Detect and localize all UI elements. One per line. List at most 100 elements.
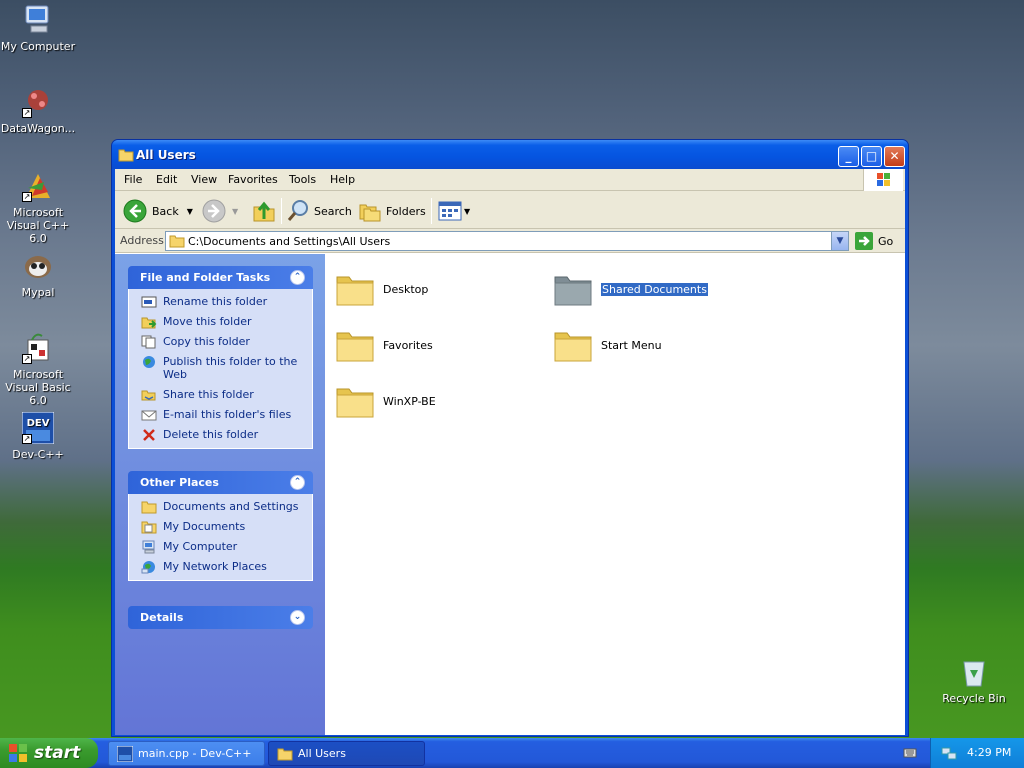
- desktop-icon-visual-basic[interactable]: ↗ Microsoft Visual Basic 6.0: [0, 332, 78, 407]
- publish-web-icon: [141, 355, 157, 369]
- desktop-icon-label: Microsoft Visual Basic 6.0: [5, 368, 71, 407]
- menu-bar: File Edit View Favorites Tools Help: [115, 169, 905, 191]
- place-label: Documents and Settings: [163, 500, 299, 513]
- desktop-icon-label: Dev-C++: [12, 448, 64, 461]
- my-computer-icon: [141, 540, 157, 554]
- desktop-icon-recycle-bin[interactable]: Recycle Bin: [934, 656, 1014, 705]
- up-folder-button[interactable]: [252, 198, 276, 224]
- place-documents-and-settings[interactable]: Documents and Settings: [129, 500, 312, 514]
- collapse-icon[interactable]: ⌃: [290, 270, 305, 285]
- shortcut-arrow-icon: ↗: [22, 108, 32, 118]
- task-label: All Users: [298, 747, 346, 760]
- task-label: Delete this folder: [163, 428, 259, 441]
- collapse-icon[interactable]: ⌃: [290, 475, 305, 490]
- folder-item[interactable]: Desktop: [335, 266, 428, 312]
- place-my-documents[interactable]: My Documents: [129, 520, 312, 534]
- delete-icon: [141, 428, 157, 442]
- keyboard-icon[interactable]: [903, 746, 917, 763]
- task-share[interactable]: Share this folder: [129, 388, 312, 401]
- title-bar[interactable]: All Users _ □ ✕: [112, 140, 908, 169]
- panel-title: Other Places: [140, 476, 219, 489]
- folder-icon: [335, 269, 375, 309]
- details-panel: Details ⌄: [128, 606, 313, 629]
- address-input[interactable]: C:\Documents and Settings\All Users ▼: [165, 231, 849, 251]
- up-folder-icon: [253, 201, 275, 222]
- desktop-icon-my-computer[interactable]: My Computer: [0, 4, 78, 53]
- close-button[interactable]: ✕: [884, 146, 905, 167]
- task-rename[interactable]: Rename this folder: [129, 295, 312, 308]
- folder-label: Start Menu: [601, 338, 662, 352]
- folder-item-selected[interactable]: Shared Documents: [553, 266, 708, 312]
- folder-icon: [118, 148, 134, 165]
- folder-icon: [277, 748, 293, 760]
- maximize-button[interactable]: □: [861, 146, 882, 167]
- place-label: My Network Places: [163, 560, 267, 573]
- menu-view[interactable]: View: [191, 173, 217, 186]
- network-tray-icon[interactable]: [941, 745, 957, 764]
- task-copy[interactable]: Copy this folder: [129, 335, 312, 349]
- back-button[interactable]: Back ▼: [123, 198, 193, 224]
- folder-item[interactable]: Favorites: [335, 322, 433, 368]
- place-my-computer[interactable]: My Computer: [129, 540, 312, 554]
- expand-icon[interactable]: ⌄: [290, 610, 305, 625]
- search-icon: [287, 200, 308, 221]
- visual-basic-icon: ↗: [22, 332, 54, 364]
- clock[interactable]: 4:29 PM: [967, 746, 1011, 759]
- task-email[interactable]: E-mail this folder's files: [129, 408, 312, 421]
- desktop-icon-label: Recycle Bin: [942, 692, 1006, 705]
- task-move[interactable]: Move this folder: [129, 315, 312, 329]
- panel-header[interactable]: File and Folder Tasks ⌃: [128, 266, 313, 289]
- folder-item[interactable]: WinXP-BE: [335, 378, 436, 424]
- minimize-button[interactable]: _: [838, 146, 859, 167]
- network-places-icon: [141, 560, 157, 574]
- folder-content-area: Desktop Shared Documents Favorites Start…: [325, 254, 905, 735]
- desktop-icon-visual-cpp[interactable]: ↗ Microsoft Visual C++ 6.0: [0, 170, 78, 245]
- desktop-icon-datawagon[interactable]: ↗ DataWagon...: [0, 86, 78, 135]
- folder-label: WinXP-BE: [383, 394, 436, 408]
- menu-edit[interactable]: Edit: [156, 173, 177, 186]
- go-button[interactable]: Go: [855, 232, 893, 250]
- task-label: Copy this folder: [163, 335, 250, 348]
- task-publish[interactable]: Publish this folder to the Web: [129, 355, 312, 381]
- shortcut-arrow-icon: ↗: [22, 354, 32, 364]
- task-label: E-mail this folder's files: [163, 408, 292, 421]
- taskbar-button-all-users[interactable]: All Users: [268, 741, 425, 766]
- desktop-icon-mypal[interactable]: Mypal: [0, 250, 78, 299]
- panel-title: File and Folder Tasks: [140, 271, 271, 284]
- start-button[interactable]: start: [0, 738, 98, 768]
- forward-button[interactable]: ▼: [202, 198, 238, 224]
- taskbar: start main.cpp - Dev-C++ All Users 4:29 …: [0, 738, 1024, 768]
- menu-tools[interactable]: Tools: [289, 173, 316, 186]
- back-label: Back: [152, 204, 179, 218]
- file-folder-tasks-panel: File and Folder Tasks ⌃ Rename this fold…: [128, 266, 313, 449]
- datawagon-icon: ↗: [22, 86, 54, 118]
- task-label: Move this folder: [163, 315, 252, 328]
- shortcut-arrow-icon: ↗: [22, 192, 32, 202]
- task-label: Rename this folder: [163, 295, 268, 308]
- panel-header[interactable]: Details ⌄: [128, 606, 313, 629]
- system-tray: 4:29 PM: [930, 738, 1024, 768]
- share-folder-icon: [141, 388, 157, 402]
- menu-help[interactable]: Help: [330, 173, 355, 186]
- place-label: My Computer: [163, 540, 238, 553]
- folder-item[interactable]: Start Menu: [553, 322, 662, 368]
- start-label: start: [34, 743, 81, 763]
- folder-icon: [335, 325, 375, 365]
- menu-favorites[interactable]: Favorites: [228, 173, 278, 186]
- folders-button[interactable]: Folders: [358, 198, 426, 224]
- desktop-icon-label: DataWagon...: [0, 122, 76, 135]
- panel-header[interactable]: Other Places ⌃: [128, 471, 313, 494]
- search-button[interactable]: Search: [286, 198, 352, 224]
- task-delete[interactable]: Delete this folder: [129, 428, 312, 441]
- place-my-network-places[interactable]: My Network Places: [129, 560, 312, 574]
- menu-file[interactable]: File: [124, 173, 142, 186]
- address-value: C:\Documents and Settings\All Users: [188, 235, 391, 248]
- rename-icon: [141, 295, 157, 309]
- desktop-icon-dev-cpp[interactable]: DEV ↗ Dev-C++: [0, 411, 78, 461]
- views-button[interactable]: ▼: [438, 198, 470, 224]
- folders-label: Folders: [386, 204, 426, 218]
- dev-cpp-icon: [117, 745, 133, 762]
- chevron-down-icon[interactable]: ▼: [187, 207, 193, 216]
- address-dropdown-button[interactable]: ▼: [831, 232, 848, 250]
- taskbar-button-dev-cpp[interactable]: main.cpp - Dev-C++: [108, 741, 265, 766]
